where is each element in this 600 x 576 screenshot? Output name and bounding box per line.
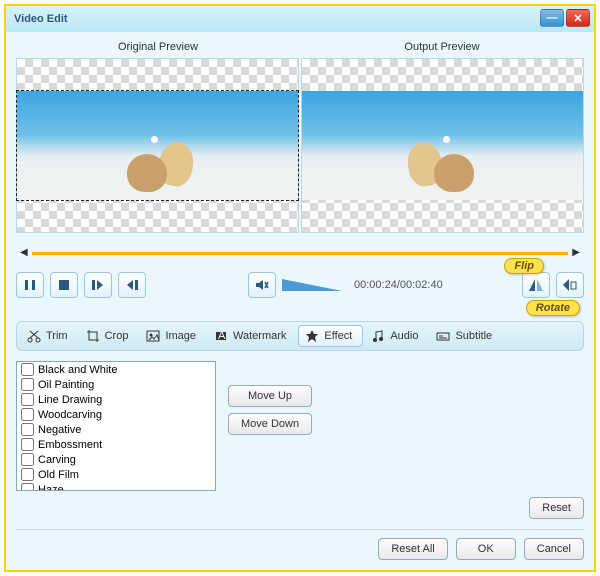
- effect-label: Oil Painting: [38, 379, 94, 391]
- volume-slider[interactable]: [282, 279, 342, 291]
- mark-out-button[interactable]: [118, 272, 146, 298]
- tab-label: Effect: [324, 330, 352, 342]
- edit-tabs: Trim Crop Image A Watermark Effect Audio Subtit…: [16, 321, 584, 351]
- list-item[interactable]: Haze: [17, 482, 215, 491]
- list-item[interactable]: Black and White: [17, 362, 215, 377]
- mark-in-button[interactable]: [84, 272, 112, 298]
- effect-label: Woodcarving: [38, 409, 102, 421]
- window-buttons: — ✕: [540, 9, 590, 27]
- original-preview[interactable]: [16, 58, 299, 233]
- list-item[interactable]: Negative: [17, 422, 215, 437]
- dialog-footer: Reset All OK Cancel: [16, 529, 584, 560]
- list-item[interactable]: Carving: [17, 452, 215, 467]
- effect-checkbox[interactable]: [21, 453, 34, 466]
- tab-audio[interactable]: Audio: [365, 326, 428, 346]
- tab-label: Watermark: [233, 330, 286, 342]
- preview-area: [16, 58, 584, 233]
- crop-icon: [86, 329, 100, 343]
- playback-controls: 00:00:24/00:02:40 Flip Rotate: [16, 267, 584, 303]
- effect-label: Negative: [38, 424, 81, 436]
- minimize-button[interactable]: —: [540, 9, 564, 27]
- window-body: Original Preview Output Preview ◀: [6, 32, 594, 570]
- timeline-track[interactable]: [32, 252, 568, 255]
- effect-checkbox[interactable]: [21, 423, 34, 436]
- stop-button[interactable]: [50, 272, 78, 298]
- effect-label: Black and White: [38, 364, 117, 376]
- effect-label: Old Film: [38, 469, 79, 481]
- note-icon: [371, 329, 385, 343]
- reset-row: Reset: [16, 497, 584, 519]
- effect-label: Line Drawing: [38, 394, 102, 406]
- playback-time: 00:00:24/00:02:40: [354, 279, 443, 291]
- list-item[interactable]: Woodcarving: [17, 407, 215, 422]
- rotate-button[interactable]: [556, 272, 584, 298]
- effect-checkbox[interactable]: [21, 363, 34, 376]
- effect-checkbox[interactable]: [21, 378, 34, 391]
- video-edit-window: Video Edit — ✕ Original Preview Output P…: [4, 4, 596, 572]
- preview-headers: Original Preview Output Preview: [16, 38, 584, 58]
- pause-button[interactable]: [16, 272, 44, 298]
- tab-label: Trim: [46, 330, 68, 342]
- effect-label: Haze: [38, 484, 64, 492]
- watermark-icon: A: [214, 329, 228, 343]
- effect-order-buttons: Move Up Move Down: [228, 385, 312, 435]
- close-button[interactable]: ✕: [566, 9, 590, 27]
- timeline-arrow-right-icon: ▶: [572, 247, 580, 258]
- timeline-arrow-left-icon: ◀: [20, 247, 28, 258]
- list-item[interactable]: Oil Painting: [17, 377, 215, 392]
- tab-label: Subtitle: [455, 330, 492, 342]
- mute-button[interactable]: [248, 272, 276, 298]
- subtitle-icon: [436, 329, 450, 343]
- titlebar: Video Edit — ✕: [6, 6, 594, 32]
- effect-checkbox[interactable]: [21, 393, 34, 406]
- tab-image[interactable]: Image: [140, 326, 206, 346]
- flip-horizontal-button[interactable]: [522, 272, 550, 298]
- tab-label: Crop: [105, 330, 129, 342]
- effect-checkbox[interactable]: [21, 408, 34, 421]
- move-up-button[interactable]: Move Up: [228, 385, 312, 407]
- image-icon: [146, 329, 160, 343]
- output-preview-label: Output Preview: [300, 38, 584, 58]
- original-frame: [17, 91, 298, 200]
- tab-watermark[interactable]: A Watermark: [208, 326, 296, 346]
- tab-subtitle[interactable]: Subtitle: [430, 326, 502, 346]
- list-item[interactable]: Embossment: [17, 437, 215, 452]
- output-preview[interactable]: [301, 58, 584, 233]
- effect-checkbox[interactable]: [21, 468, 34, 481]
- rotate-callout: Rotate: [526, 300, 580, 316]
- effect-label: Embossment: [38, 439, 102, 451]
- tab-label: Image: [165, 330, 196, 342]
- tab-crop[interactable]: Crop: [80, 326, 139, 346]
- svg-text:A: A: [218, 330, 226, 342]
- list-item[interactable]: Line Drawing: [17, 392, 215, 407]
- reset-button[interactable]: Reset: [529, 497, 584, 519]
- star-icon: [305, 329, 319, 343]
- timeline[interactable]: ◀ ▶: [16, 245, 584, 263]
- window-title: Video Edit: [14, 13, 68, 25]
- flip-callout: Flip: [504, 258, 544, 274]
- effect-checkbox[interactable]: [21, 438, 34, 451]
- ok-button[interactable]: OK: [456, 538, 516, 560]
- effect-checkbox[interactable]: [21, 483, 34, 491]
- cancel-button[interactable]: Cancel: [524, 538, 584, 560]
- tab-effect[interactable]: Effect: [298, 325, 363, 347]
- original-preview-label: Original Preview: [16, 38, 300, 58]
- output-frame: [302, 91, 583, 200]
- reset-all-button[interactable]: Reset All: [378, 538, 447, 560]
- list-item[interactable]: Old Film: [17, 467, 215, 482]
- effect-label: Carving: [38, 454, 76, 466]
- effect-workarea: Black and White Oil Painting Line Drawing W…: [16, 361, 584, 491]
- tab-label: Audio: [390, 330, 418, 342]
- move-down-button[interactable]: Move Down: [228, 413, 312, 435]
- scissors-icon: [27, 329, 41, 343]
- tab-trim[interactable]: Trim: [21, 326, 78, 346]
- effect-list[interactable]: Black and White Oil Painting Line Drawing W…: [16, 361, 216, 491]
